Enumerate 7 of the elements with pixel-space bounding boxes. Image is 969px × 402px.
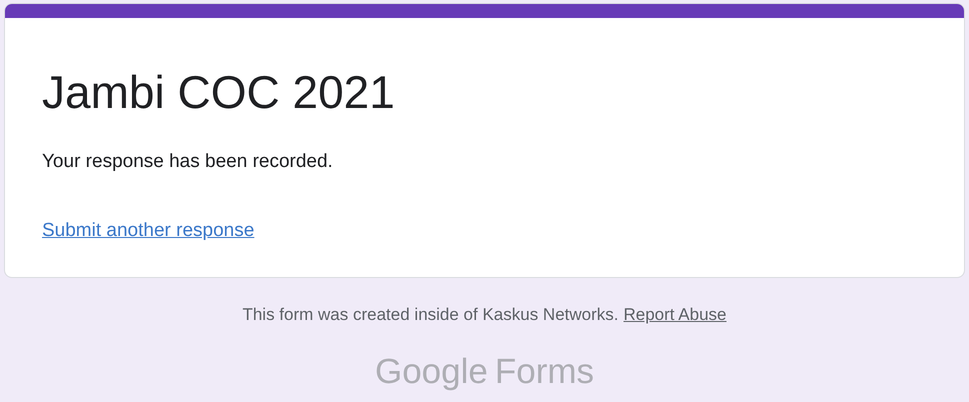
report-abuse-link[interactable]: Report Abuse bbox=[624, 302, 727, 328]
submit-another-link[interactable]: Submit another response bbox=[42, 216, 254, 245]
footer-text: This form was created inside of Kaskus Networks. bbox=[242, 304, 618, 326]
logo-product: Forms bbox=[494, 354, 594, 388]
logo-brand: Google bbox=[374, 354, 488, 388]
confirmation-message: Your response has been recorded. bbox=[42, 150, 334, 174]
form-title: Jambi COC 2021 bbox=[42, 69, 396, 115]
